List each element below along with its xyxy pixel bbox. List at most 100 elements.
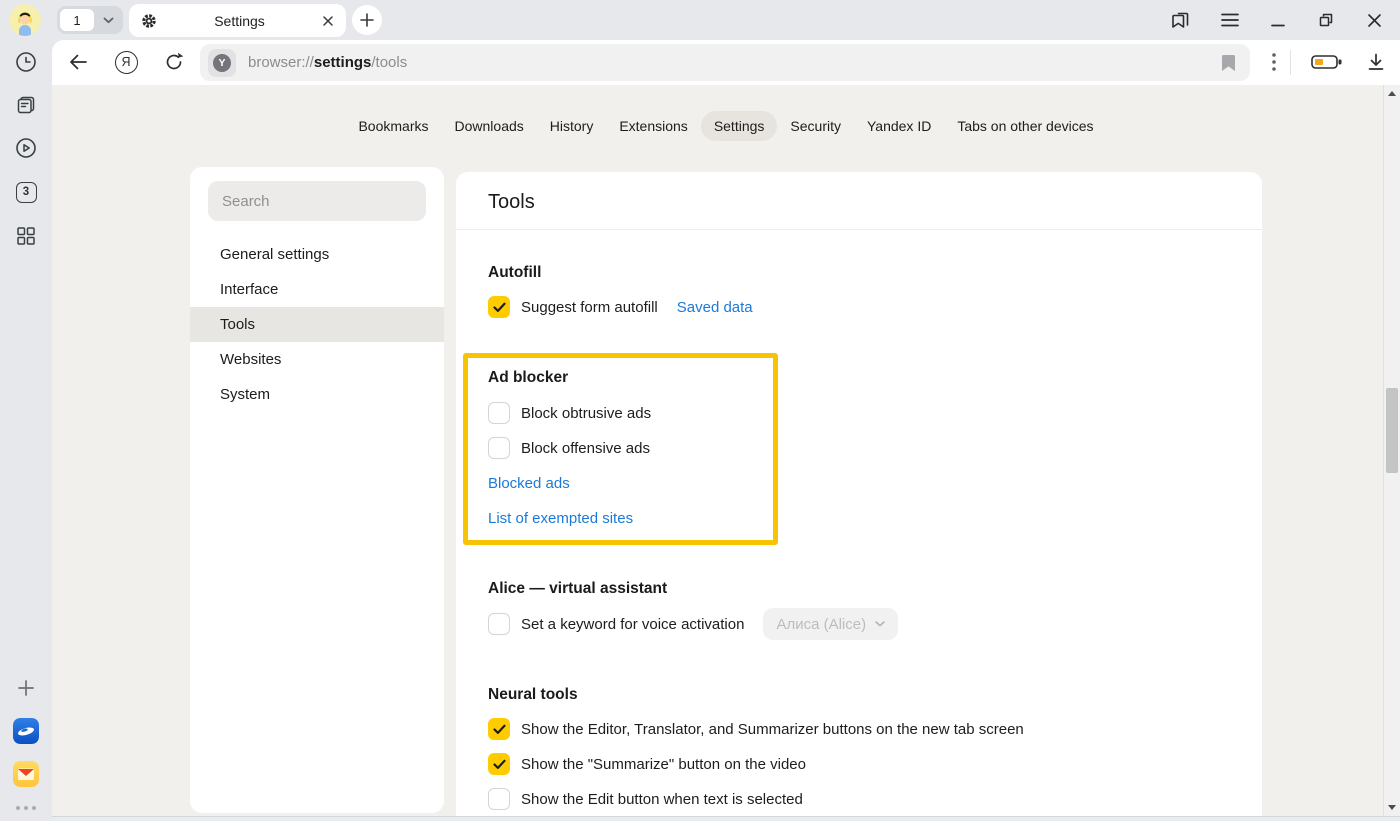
block-offensive-checkbox[interactable]: [488, 437, 510, 459]
show-edit-button-checkbox[interactable]: [488, 788, 510, 810]
side-rail: 3: [0, 40, 52, 821]
downloads-button[interactable]: [1364, 50, 1388, 74]
tab-counter-badge: 3: [16, 182, 37, 203]
yandex-mail-button[interactable]: [0, 761, 52, 787]
nav-tab-security[interactable]: Security: [777, 111, 854, 141]
tabs-counter-button[interactable]: 3: [0, 179, 52, 205]
titlebar: 1 Settings: [0, 0, 1400, 40]
exempted-sites-link[interactable]: List of exempted sites: [488, 510, 633, 527]
menu-item-label: Tools: [220, 316, 255, 333]
browser-window: 1 Settings: [0, 0, 1400, 821]
yandex-ya-icon: Я: [115, 51, 138, 74]
show-edit-button-label: Show the Edit button when text is select…: [521, 791, 803, 808]
nav-tab-history[interactable]: History: [537, 111, 607, 141]
checkmark-icon: [493, 302, 506, 313]
show-editor-buttons-checkbox[interactable]: [488, 718, 510, 740]
nav-tab-yandex-id[interactable]: Yandex ID: [854, 111, 944, 141]
ellipsis-icon: [16, 806, 36, 810]
minimize-button[interactable]: [1266, 9, 1290, 31]
nav-tab-settings[interactable]: Settings: [701, 111, 778, 141]
nav-tab-other-devices[interactable]: Tabs on other devices: [944, 111, 1106, 141]
tab-settings[interactable]: Settings: [129, 4, 346, 37]
scroll-up-arrow-icon[interactable]: [1388, 91, 1396, 96]
chevron-down-icon: [103, 17, 114, 24]
saved-data-link[interactable]: Saved data: [677, 299, 753, 316]
page-scrollbar[interactable]: [1383, 85, 1400, 816]
tab-close-icon[interactable]: [322, 15, 334, 27]
tab-count-badge[interactable]: 1: [60, 9, 94, 31]
feed-button[interactable]: [0, 92, 52, 118]
page-title: Tools: [488, 172, 1230, 216]
address-bar[interactable]: Y browser://settings/tools: [200, 44, 1250, 81]
services-button[interactable]: [0, 223, 52, 249]
checkmark-icon: [493, 724, 506, 735]
hamburger-menu-icon: [1221, 13, 1239, 27]
apps-grid-icon: [15, 225, 37, 247]
keyword-dropdown[interactable]: Алиса (Alice): [763, 608, 898, 640]
search-input[interactable]: [208, 181, 426, 221]
ad-blocker-highlight-box: Ad blocker Block obtrusive ads: [463, 353, 778, 545]
chevron-down-icon: [875, 621, 885, 627]
plus-icon: [360, 13, 374, 27]
profile-avatar[interactable]: [9, 4, 41, 36]
settings-menu-item-interface[interactable]: Interface: [190, 272, 444, 307]
voice-keyword-checkbox[interactable]: [488, 613, 510, 635]
url-text[interactable]: browser://settings/tools: [248, 54, 1221, 71]
suggest-autofill-checkbox[interactable]: [488, 296, 510, 318]
site-badge[interactable]: Y: [208, 49, 236, 77]
battery-icon: [1311, 54, 1343, 70]
kebab-menu-icon: [1272, 53, 1276, 71]
show-summarize-video-label: Show the "Summarize" button on the video: [521, 756, 806, 773]
gear-icon: [141, 13, 157, 29]
rail-more-button[interactable]: [0, 795, 52, 821]
close-icon: [1367, 13, 1382, 28]
neural-tools-heading: Neural tools: [488, 685, 1230, 704]
video-button[interactable]: [0, 135, 52, 161]
neural-row-2: Show the "Summarize" button on the video: [488, 751, 1230, 777]
scrollbar-thumb[interactable]: [1386, 388, 1398, 473]
scroll-down-arrow-icon[interactable]: [1388, 805, 1396, 810]
bookmarks-panel-button[interactable]: [1168, 9, 1192, 31]
bookmark-icon[interactable]: [1221, 54, 1236, 72]
close-window-button[interactable]: [1362, 9, 1386, 31]
alice-keyword-row: Set a keyword for voice activation Алиса…: [488, 608, 1230, 640]
download-icon: [1366, 52, 1386, 72]
settings-menu-item-system[interactable]: System: [190, 377, 444, 412]
yandex-disk-icon: [13, 718, 39, 744]
settings-menu-card: General settings Interface Tools Website…: [190, 167, 444, 813]
settings-content-card: Tools Autofill Suggest form autofill Sav…: [456, 172, 1262, 821]
voice-keyword-label: Set a keyword for voice activation: [521, 616, 744, 633]
back-button[interactable]: [66, 50, 90, 74]
nav-tab-downloads[interactable]: Downloads: [442, 111, 537, 141]
url-path: /tools: [371, 54, 407, 71]
play-circle-icon: [14, 136, 38, 160]
menu-item-label: Websites: [220, 351, 281, 368]
nav-tab-bookmarks[interactable]: Bookmarks: [345, 111, 441, 141]
menu-item-label: System: [220, 386, 270, 403]
yandex-disk-button[interactable]: [0, 718, 52, 744]
yandex-home-button[interactable]: Я: [114, 50, 138, 74]
url-host: settings: [314, 54, 372, 71]
tab-title: Settings: [157, 13, 322, 29]
new-tab-button[interactable]: [352, 5, 382, 35]
alice-avatar-icon: [9, 4, 41, 36]
show-summarize-video-checkbox[interactable]: [488, 753, 510, 775]
browser-menu-button[interactable]: [1218, 9, 1242, 31]
reload-button[interactable]: [162, 50, 186, 74]
battery-button[interactable]: [1308, 50, 1346, 74]
blocked-ads-link[interactable]: Blocked ads: [488, 475, 570, 492]
settings-menu-item-general[interactable]: General settings: [190, 237, 444, 272]
nav-tab-extensions[interactable]: Extensions: [606, 111, 700, 141]
settings-menu-item-websites[interactable]: Websites: [190, 342, 444, 377]
bookmarks-panel-icon: [1169, 9, 1191, 31]
add-panel-button[interactable]: [0, 675, 52, 701]
tab-group-control[interactable]: 1: [57, 6, 123, 34]
restore-button[interactable]: [1314, 9, 1338, 31]
checkmark-icon: [493, 759, 506, 770]
settings-menu: General settings Interface Tools Website…: [190, 237, 444, 412]
block-obtrusive-label: Block obtrusive ads: [521, 405, 651, 422]
block-obtrusive-checkbox[interactable]: [488, 402, 510, 424]
settings-menu-item-tools[interactable]: Tools: [190, 307, 444, 342]
address-more-button[interactable]: [1262, 50, 1286, 74]
history-button[interactable]: [0, 49, 52, 75]
